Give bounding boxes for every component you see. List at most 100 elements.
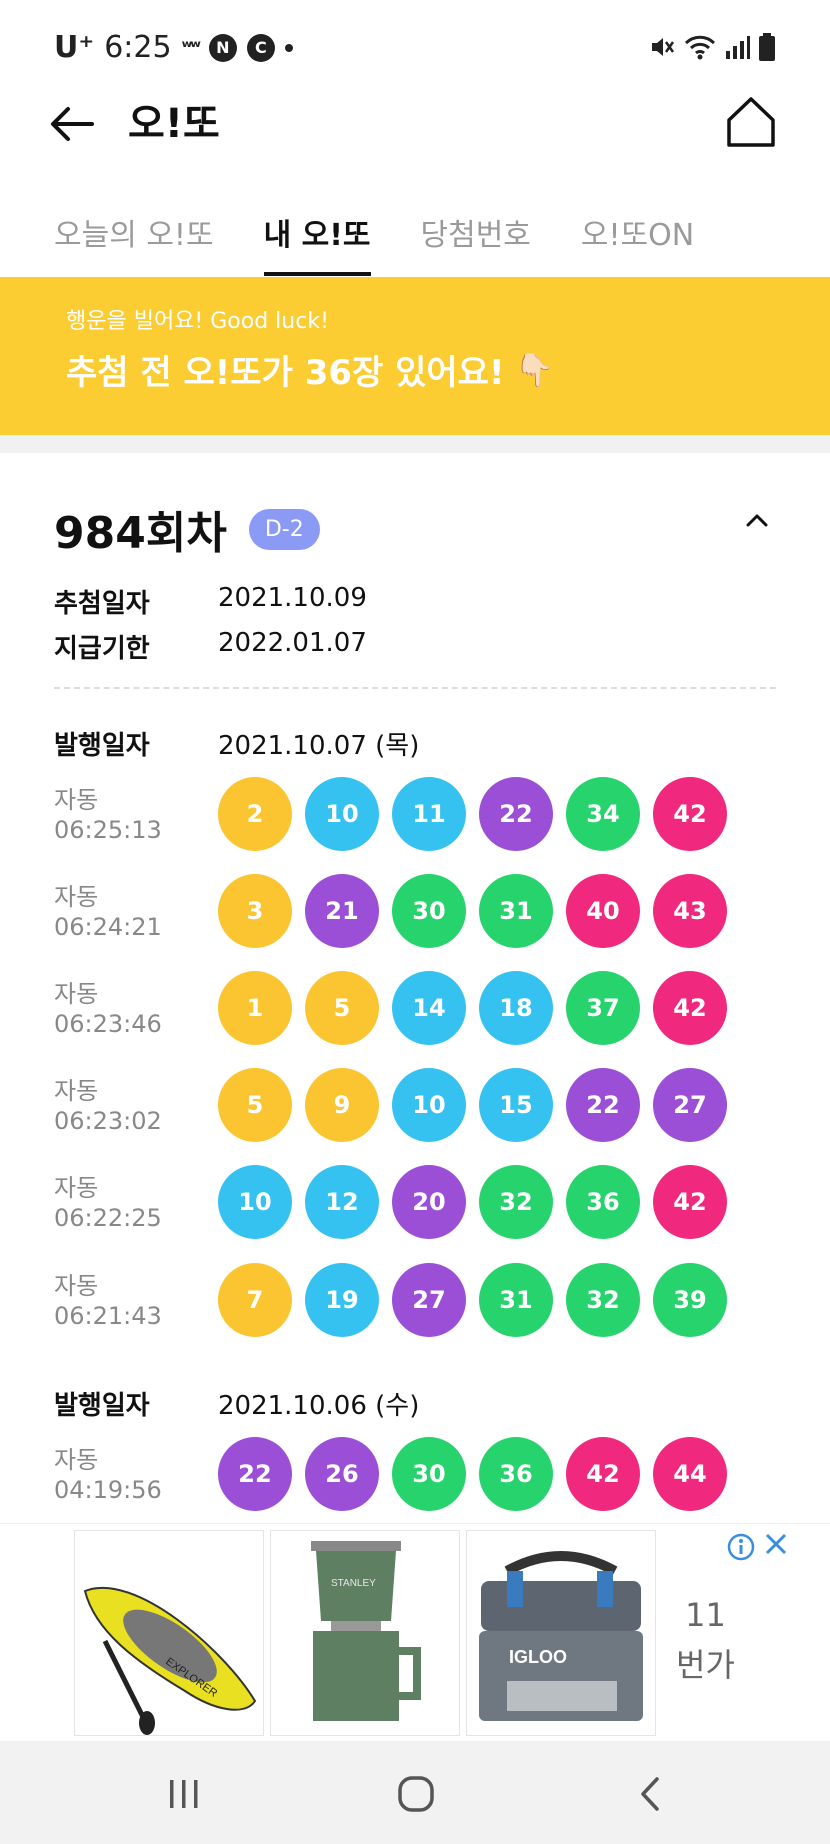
page-title: 오!또 xyxy=(128,101,220,147)
lotto-ball: 32 xyxy=(479,1165,553,1239)
number-balls: 3 21 30 31 40 43 xyxy=(218,874,727,948)
tab-otto-on[interactable]: 오!또ON xyxy=(581,206,694,276)
status-left: U⁺ 6:25 ʷʷ N C xyxy=(54,30,293,65)
ticket-row: 자동 06:21:43 7 19 27 31 32 39 xyxy=(54,1263,794,1339)
back-nav-button[interactable] xyxy=(620,1769,680,1819)
ticket-meta: 자동 06:21:43 xyxy=(54,1271,162,1331)
ticket-meta: 자동 06:23:02 xyxy=(54,1076,162,1136)
tab-today-otto[interactable]: 오늘의 오!또 xyxy=(54,206,214,276)
back-button[interactable] xyxy=(48,96,108,152)
lotto-ball: 3 xyxy=(218,874,292,948)
draw-date-value: 2021.10.09 xyxy=(218,583,367,613)
home-button[interactable] xyxy=(726,96,782,152)
ad-info-button[interactable] xyxy=(726,1532,756,1566)
wifi-icon xyxy=(684,35,716,60)
ticket-time: 06:25:13 xyxy=(54,816,162,844)
number-balls: 2 10 11 22 34 42 xyxy=(218,777,727,851)
ticket-meta: 자동 06:23:46 xyxy=(54,979,162,1039)
ticket-row: 자동 04:19:56 22 26 30 36 42 44 xyxy=(54,1437,794,1513)
lotto-ball: 12 xyxy=(305,1165,379,1239)
lotto-ball: 31 xyxy=(479,874,553,948)
status-right xyxy=(648,32,776,62)
tab-my-otto[interactable]: 내 오!또 xyxy=(263,206,371,276)
collapse-button[interactable] xyxy=(742,505,776,539)
info-icon xyxy=(727,1533,755,1561)
notification-w-icon: ʷʷ xyxy=(181,37,201,58)
deadline-row: 지급기한 2022.01.07 xyxy=(54,628,367,665)
number-balls: 7 19 27 31 32 39 xyxy=(218,1263,727,1337)
banner-message-row: 추첨 전 오!또가 36장 있어요! 👇🏻 xyxy=(66,345,830,394)
lotto-ball: 22 xyxy=(566,1068,640,1142)
issue-date-label: 발행일자 xyxy=(54,1391,150,1421)
signal-icon xyxy=(726,36,750,59)
clock: 6:25 xyxy=(104,30,172,65)
ad-product-stanley[interactable]: STANLEY xyxy=(270,1530,460,1736)
lotto-ball: 37 xyxy=(566,971,640,1045)
ticket-time: 06:22:25 xyxy=(54,1204,162,1232)
lotto-ball: 39 xyxy=(653,1263,727,1337)
lotto-ball: 44 xyxy=(653,1437,727,1511)
deadline-label: 지급기한 xyxy=(54,634,150,664)
home-nav-button[interactable] xyxy=(386,1769,446,1819)
dday-badge: D-2 xyxy=(248,508,320,550)
lotto-ball: 21 xyxy=(305,874,379,948)
ad-counter-bottom: 번가 xyxy=(676,1646,735,1684)
ticket-row: 자동 06:23:02 5 9 10 15 22 27 xyxy=(54,1068,794,1144)
lotto-ball: 34 xyxy=(566,777,640,851)
ticket-type: 자동 xyxy=(54,883,99,911)
chevron-up-icon xyxy=(746,514,768,527)
lotto-ball: 27 xyxy=(653,1068,727,1142)
naver-icon: N xyxy=(208,33,237,62)
igloo-cooler-image: IGLOO xyxy=(479,1551,643,1721)
lotto-ball: 22 xyxy=(479,777,553,851)
recent-apps-icon xyxy=(170,1780,198,1808)
dashed-divider xyxy=(54,687,776,689)
issue-date-value: 2021.10.06 (수) xyxy=(218,1391,420,1421)
luck-banner: 행운을 빌어요! Good luck! 추첨 전 오!또가 36장 있어요! 👇… xyxy=(0,277,830,435)
lotto-ball: 7 xyxy=(218,1263,292,1337)
lotto-ball: 10 xyxy=(392,1068,466,1142)
lotto-ball: 31 xyxy=(479,1263,553,1337)
lotto-ball: 19 xyxy=(305,1263,379,1337)
ticket-row: 자동 06:23:46 1 5 14 18 37 42 xyxy=(54,971,794,1047)
dot-icon xyxy=(284,43,293,52)
ad-close-button[interactable] xyxy=(762,1530,790,1566)
lotto-ball: 10 xyxy=(305,777,379,851)
lotto-ball: 42 xyxy=(653,971,727,1045)
ad-product-igloo[interactable]: IGLOO xyxy=(466,1530,656,1736)
lotto-ball: 36 xyxy=(479,1437,553,1511)
draw-date-row: 추첨일자 2021.10.09 xyxy=(54,583,367,620)
ad-product-kayak[interactable]: EXPLORER xyxy=(74,1530,264,1736)
ad-item-label: IGLOO xyxy=(509,1647,567,1667)
ticket-type: 자동 xyxy=(54,1174,99,1202)
tab-winning-numbers[interactable]: 당첨번호 xyxy=(421,206,531,276)
stanley-mug-image: STANLEY xyxy=(311,1541,421,1721)
number-balls: 5 9 10 15 22 27 xyxy=(218,1068,727,1142)
lotto-ball: 14 xyxy=(392,971,466,1045)
lotto-ball: 22 xyxy=(218,1437,292,1511)
back-chevron-icon xyxy=(641,1777,659,1811)
lotto-ball: 27 xyxy=(392,1263,466,1337)
issue-date-row: 발행일자 2021.10.06 (수) xyxy=(54,1385,419,1422)
lotto-ball: 5 xyxy=(218,1068,292,1142)
ticket-list[interactable]: 984회차 D-2 추첨일자 2021.10.09 지급기한 2022.01.0… xyxy=(0,453,830,1523)
round-title: 984회차 xyxy=(54,508,227,559)
lotto-ball: 42 xyxy=(566,1437,640,1511)
issue-date-row: 발행일자 2021.10.07 (목) xyxy=(54,725,419,762)
lotto-ball: 26 xyxy=(305,1437,379,1511)
ticket-row: 자동 06:25:13 2 10 11 22 34 42 xyxy=(54,777,794,853)
arrow-left-icon xyxy=(51,107,94,141)
tab-bar: 오늘의 오!또 내 오!또 당첨번호 오!또ON xyxy=(54,206,694,276)
system-nav-bar xyxy=(0,1741,830,1844)
banner-subtitle: 행운을 빌어요! Good luck! xyxy=(66,309,329,334)
pointing-down-icon: 👇🏻 xyxy=(514,350,555,389)
ticket-meta: 자동 06:22:25 xyxy=(54,1173,162,1233)
ticket-type: 자동 xyxy=(54,1077,99,1105)
lotto-ball: 18 xyxy=(479,971,553,1045)
ticket-time: 06:21:43 xyxy=(54,1302,162,1330)
ticket-time: 06:23:02 xyxy=(54,1107,162,1135)
ticket-meta: 자동 06:25:13 xyxy=(54,785,162,845)
ad-banner[interactable]: EXPLORER STANLEY IGLOO 11 번가 xyxy=(0,1523,830,1741)
home-icon xyxy=(727,97,775,147)
recent-apps-button[interactable] xyxy=(154,1769,214,1819)
